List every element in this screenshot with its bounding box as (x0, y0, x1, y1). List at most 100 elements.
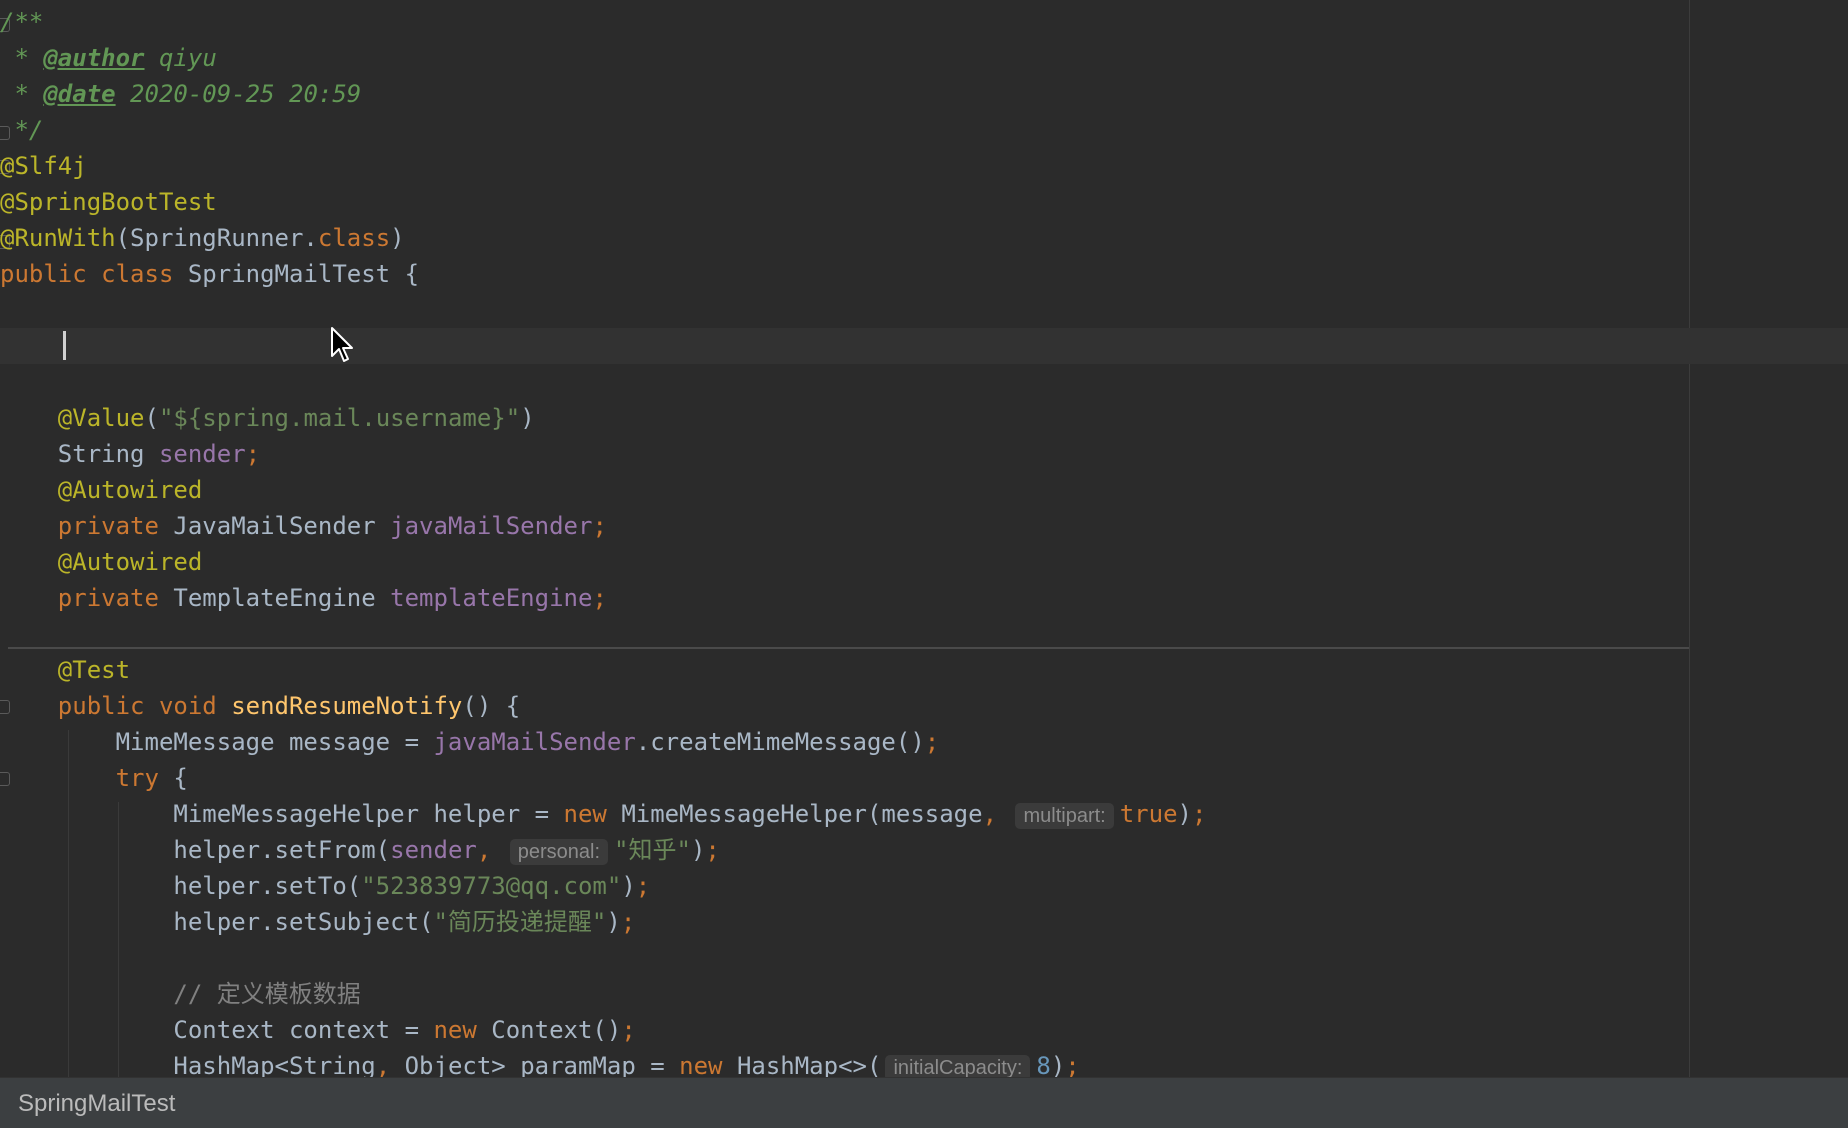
mouse-pointer-icon (331, 327, 353, 362)
code-token: * (0, 80, 44, 108)
code-token: templateEngine (390, 584, 593, 612)
code-line[interactable]: private TemplateEngine templateEngine; (0, 580, 1848, 616)
code-token: helper.setTo( (0, 872, 362, 900)
breadcrumb-class[interactable]: SpringMailTest (18, 1088, 175, 1120)
code-token: ) (390, 224, 405, 252)
code-token: private (57, 584, 174, 612)
code-line[interactable]: @Slf4j (0, 148, 1848, 184)
code-token: helper.setSubject( (0, 908, 434, 936)
code-line[interactable]: try { (0, 760, 1848, 796)
code-token: ) (621, 872, 636, 900)
code-line[interactable]: public class SpringMailTest { (0, 256, 1848, 292)
code-token: ; (592, 512, 607, 540)
code-token: "${spring.mail.username}" (158, 404, 521, 432)
code-line[interactable]: MimeMessageHelper helper = new MimeMessa… (0, 796, 1848, 832)
code-token: true (1119, 800, 1178, 828)
code-editor[interactable]: /** * @author qiyu * @date 2020-09-25 20… (0, 0, 1848, 1077)
code-token: { (173, 764, 188, 792)
code-line[interactable] (0, 364, 1848, 400)
code-line[interactable]: @Autowired (0, 544, 1848, 580)
code-lines[interactable]: /** * @author qiyu * @date 2020-09-25 20… (0, 4, 1848, 1077)
code-token: MimeMessageHelper helper = (0, 800, 564, 828)
code-token: , (982, 800, 1012, 828)
code-line[interactable] (0, 292, 1848, 328)
code-token: 2020-09-25 20:59 (115, 80, 362, 108)
code-line[interactable] (0, 940, 1848, 976)
code-token: ; (620, 908, 636, 936)
code-line[interactable]: public void sendResumeNotify() { (0, 688, 1848, 724)
code-token: ; (924, 728, 940, 756)
code-token: ; (705, 836, 720, 864)
code-token: class (317, 224, 391, 252)
code-token: "523839773@qq.com" (361, 872, 622, 900)
code-token: , (375, 1052, 405, 1077)
code-line[interactable]: Context context = new Context(); (0, 1012, 1848, 1048)
code-token: "知乎" (614, 836, 691, 864)
code-token: sendResumeNotify (231, 692, 463, 720)
parameter-hint: personal: (509, 839, 609, 865)
code-token: javaMailSender (390, 512, 593, 540)
code-token: Context() (491, 1016, 622, 1044)
code-token: new (679, 1052, 737, 1077)
code-line[interactable]: // 定义模板数据 (0, 976, 1848, 1012)
code-line[interactable]: @Test (0, 652, 1848, 688)
code-token: 8 (1036, 1052, 1051, 1077)
text-caret (63, 331, 66, 360)
code-line[interactable]: helper.setFrom(sender, personal: "知乎"); (0, 832, 1848, 868)
code-token: ( (144, 404, 159, 432)
code-token: * (0, 44, 44, 72)
code-line[interactable]: @SpringBootTest (0, 184, 1848, 220)
code-token: ; (621, 1016, 636, 1044)
code-line[interactable]: * @author qiyu (0, 40, 1848, 76)
code-line[interactable]: /** (0, 4, 1848, 40)
code-token: ) (606, 908, 621, 936)
code-token: @RunWith (0, 224, 116, 252)
code-line[interactable]: private JavaMailSender javaMailSender; (0, 508, 1848, 544)
code-token: sender (390, 836, 477, 864)
code-token: new (563, 800, 622, 828)
code-token: sender (158, 440, 246, 468)
parameter-hint: multipart: (1015, 803, 1114, 829)
code-token: new (433, 1016, 492, 1044)
code-line[interactable]: helper.setSubject("简历投递提醒"); (0, 904, 1848, 940)
code-token: ; (635, 872, 651, 900)
code-line[interactable]: @Value("${spring.mail.username}") (0, 400, 1848, 436)
code-line[interactable]: * @date 2020-09-25 20:59 (0, 76, 1848, 112)
code-line[interactable]: */ (0, 112, 1848, 148)
code-token: @Test (57, 656, 131, 684)
code-line[interactable]: helper.setTo("523839773@qq.com"); (0, 868, 1848, 904)
code-token: */ (0, 116, 44, 144)
code-token: public void (57, 692, 232, 720)
code-token: ; (592, 584, 607, 612)
code-token: HashMap<String (0, 1052, 376, 1077)
code-token: SpringMailTest { (187, 260, 420, 288)
code-token: /** (0, 8, 44, 36)
code-token: @Value (57, 404, 145, 432)
code-line[interactable]: @Autowired (0, 472, 1848, 508)
code-token: private (57, 512, 174, 540)
code-line[interactable] (0, 328, 1848, 364)
code-token: @author (43, 44, 145, 72)
code-token: ; (245, 440, 261, 468)
code-line[interactable]: HashMap<String, Object> paramMap = new H… (0, 1048, 1848, 1077)
code-line[interactable]: String sender; (0, 436, 1848, 472)
code-line[interactable]: @RunWith(SpringRunner.class) (0, 220, 1848, 256)
code-token: ) (520, 404, 535, 432)
code-token: , (476, 836, 506, 864)
code-token: try (115, 764, 174, 792)
code-token: HashMap<>( (736, 1052, 882, 1077)
code-token: ; (1191, 800, 1207, 828)
code-token: MimeMessageHelper(message (621, 800, 983, 828)
code-token: @Slf4j (0, 152, 87, 180)
code-token: Context context = (0, 1016, 434, 1044)
code-line[interactable] (0, 616, 1848, 652)
code-token: public class (0, 260, 188, 288)
code-line[interactable]: MimeMessage message = javaMailSender.cre… (0, 724, 1848, 760)
